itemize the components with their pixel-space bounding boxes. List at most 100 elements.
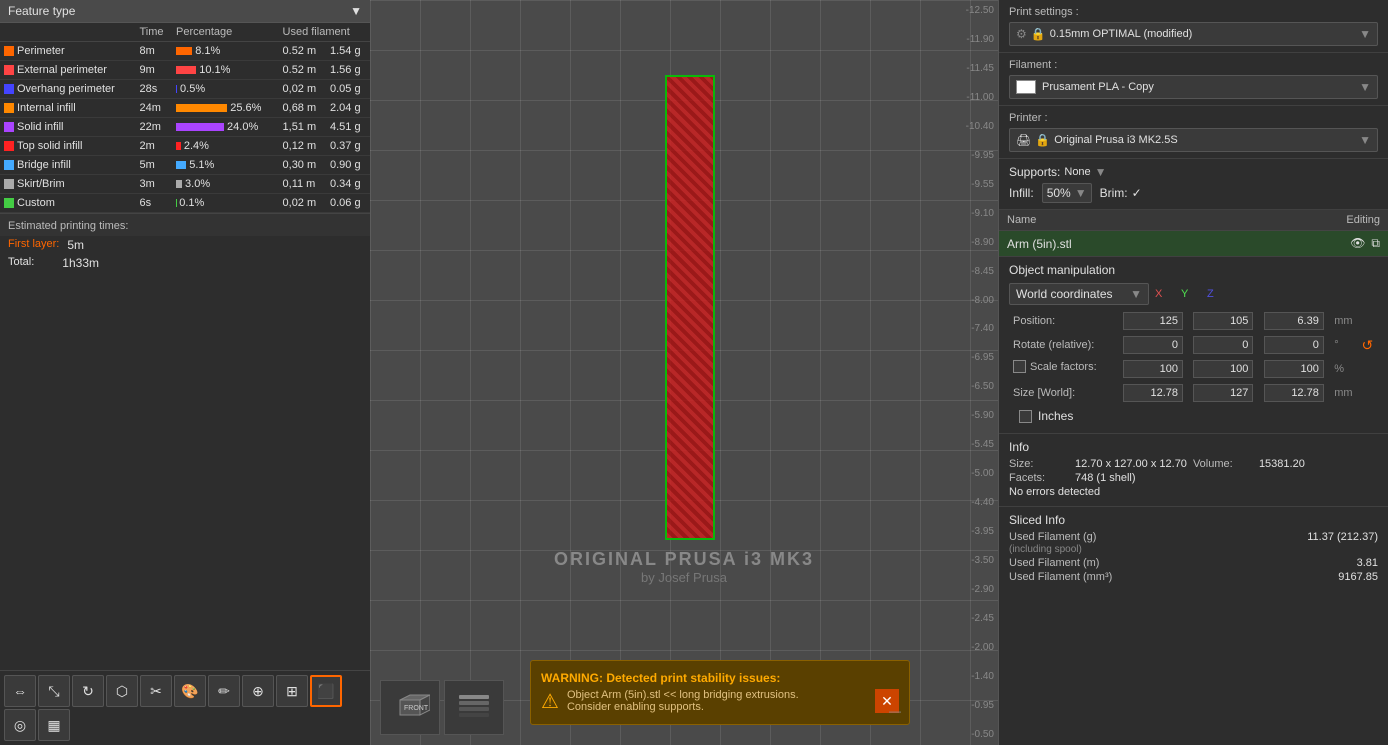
tool-arrange[interactable]: ▦ (38, 709, 70, 741)
fil-g-note: (including spool) (1009, 544, 1082, 555)
feature-dist: 0,11 m (279, 175, 326, 194)
feature-weight: 0.34 g (326, 175, 370, 194)
scale-z-input[interactable] (1264, 360, 1324, 378)
position-z-input[interactable] (1264, 312, 1324, 330)
position-y-input[interactable] (1193, 312, 1253, 330)
feature-table: Time Percentage Used filament Perimeter … (0, 23, 370, 213)
layer-view-button[interactable] (444, 680, 504, 735)
tool-rotate[interactable]: ↻ (72, 675, 104, 707)
fil-m-label: Used Filament (m) (1009, 557, 1099, 569)
infill-arrow: ▼ (1075, 186, 1087, 200)
position-x-input[interactable] (1123, 312, 1183, 330)
tool-seam[interactable]: ⊕ (242, 675, 274, 707)
printer-dropdown[interactable]: 🖨 🔒 Original Prusa i3 MK2.5S ▼ (1009, 128, 1378, 152)
feature-dist: 0,68 m (279, 99, 326, 118)
scale-lock-icon[interactable] (1013, 360, 1026, 373)
supports-label: Supports: (1009, 165, 1060, 179)
scale-x-input[interactable] (1123, 360, 1183, 378)
feature-time: 5m (135, 156, 172, 175)
scale-y-input[interactable] (1193, 360, 1253, 378)
rotate-label: Rotate (relative): (1009, 333, 1119, 357)
infill-select[interactable]: 50% ▼ (1042, 183, 1092, 203)
feature-bar: 8.1% (172, 42, 279, 61)
filament-color-swatch (1016, 80, 1036, 94)
warning-title: WARNING: Detected print stability issues… (541, 671, 899, 685)
inches-checkbox[interactable] (1019, 410, 1032, 423)
tool-orient[interactable]: ◎ (4, 709, 36, 741)
tool-boolean[interactable]: ⬛ (310, 675, 342, 707)
feature-dist: 0,12 m (279, 137, 326, 156)
print-object[interactable] (665, 75, 715, 540)
nav-cube-button[interactable]: FRONT (380, 680, 440, 735)
fil-g-label: Used Filament (g) (including spool) (1009, 531, 1096, 555)
info-title: Info (1009, 440, 1378, 454)
tool-layer-paint[interactable]: 🎨 (174, 675, 206, 707)
nav-cube-icon: FRONT (390, 690, 430, 725)
rotate-y-input[interactable] (1193, 336, 1253, 354)
feature-type-dropdown-arrow[interactable]: ▼ (350, 4, 362, 18)
fil-g-row: Used Filament (g) (including spool) 11.3… (1009, 531, 1378, 555)
errors-row: No errors detected (1009, 486, 1378, 498)
rotate-x-input[interactable] (1123, 336, 1183, 354)
feature-weight: 0.90 g (326, 156, 370, 175)
total-row: Total: 1h33m (0, 254, 370, 272)
inches-row: Inches (1009, 405, 1378, 427)
feature-weight: 0.06 g (326, 194, 370, 213)
printer-sub: by Josef Prusa (554, 570, 814, 585)
feature-time: 28s (135, 80, 172, 99)
tool-place-face[interactable]: ⬡ (106, 675, 138, 707)
tool-fdm-support[interactable]: ⊞ (276, 675, 308, 707)
rotate-row: Rotate (relative): ° ↺ (1009, 333, 1378, 357)
col-header-pct: Percentage (172, 23, 279, 42)
tool-cut[interactable]: ✂ (140, 675, 172, 707)
object-eye-icon[interactable]: 👁 (1350, 236, 1365, 251)
printer-value: Original Prusa i3 MK2.5S (1054, 134, 1359, 146)
size-unit: mm (1330, 381, 1357, 405)
feature-time: 22m (135, 118, 172, 137)
feature-time: 24m (135, 99, 172, 118)
axis-y-label: Y (1181, 288, 1201, 300)
print-profile-dropdown[interactable]: ⚙ 🔒 0.15mm OPTIMAL (modified) ▼ (1009, 22, 1378, 46)
feature-time: 2m (135, 137, 172, 156)
coord-system-row: World coordinates ▼ X Y Z (1009, 283, 1378, 305)
object-copy-icon[interactable]: ⧉ (1371, 236, 1380, 251)
fil-m-row: Used Filament (m) 3.81 (1009, 557, 1378, 569)
feature-row: Custom 6s 0.1% 0,02 m 0.06 g (0, 194, 370, 213)
feature-weight: 1.56 g (326, 61, 370, 80)
coord-dropdown-arrow: ▼ (1130, 287, 1142, 301)
supports-value: None (1064, 166, 1090, 178)
tool-scale[interactable]: ⤡ (38, 675, 70, 707)
filament-label: Filament : (1009, 59, 1378, 71)
tool-support-paint[interactable]: ✏ (208, 675, 240, 707)
col-header-filament: Used filament (279, 23, 370, 42)
filament-dropdown[interactable]: Prusament PLA - Copy ▼ (1009, 75, 1378, 99)
axis-x-label: X (1155, 288, 1175, 300)
sliced-title: Sliced Info (1009, 513, 1378, 527)
printer-section: Printer : 🖨 🔒 Original Prusa i3 MK2.5S ▼ (999, 106, 1388, 159)
feature-name: Overhang perimeter (0, 80, 135, 99)
print-settings-label: Print settings : (1009, 6, 1378, 18)
printer-label: ORIGINAL PRUSA i3 MK3 by Josef Prusa (554, 549, 814, 585)
facets-row: Facets: 748 (1 shell) (1009, 472, 1378, 484)
rotate-unit: ° (1330, 333, 1357, 357)
total-value: 1h33m (62, 256, 99, 270)
axis-z-label: Z (1207, 288, 1227, 300)
warning-minimize-button[interactable]: — (889, 704, 901, 718)
size-x-input[interactable] (1123, 384, 1183, 402)
brim-checkmark[interactable]: ✓ (1132, 186, 1142, 200)
object-row[interactable]: Arm (5in).stl 👁 ⧉ (999, 231, 1388, 257)
layer-view-icon (454, 690, 494, 725)
size-y-input[interactable] (1193, 384, 1253, 402)
facets-value: 748 (1 shell) (1075, 472, 1136, 484)
position-row: Position: mm (1009, 309, 1378, 333)
feature-row: Internal infill 24m 25.6% 0,68 m 2.04 g (0, 99, 370, 118)
rotate-z-input[interactable] (1264, 336, 1324, 354)
rotate-reset-button[interactable]: ↺ (1362, 337, 1374, 354)
object-mesh (665, 75, 715, 540)
supports-dropdown-arrow[interactable]: ▼ (1095, 165, 1107, 179)
size-z-input[interactable] (1264, 384, 1324, 402)
coord-system-dropdown[interactable]: World coordinates ▼ (1009, 283, 1149, 305)
facets-label: Facets: (1009, 472, 1069, 484)
tool-move[interactable]: ⇔ (4, 675, 36, 707)
printer-arrow: ▼ (1359, 133, 1371, 147)
